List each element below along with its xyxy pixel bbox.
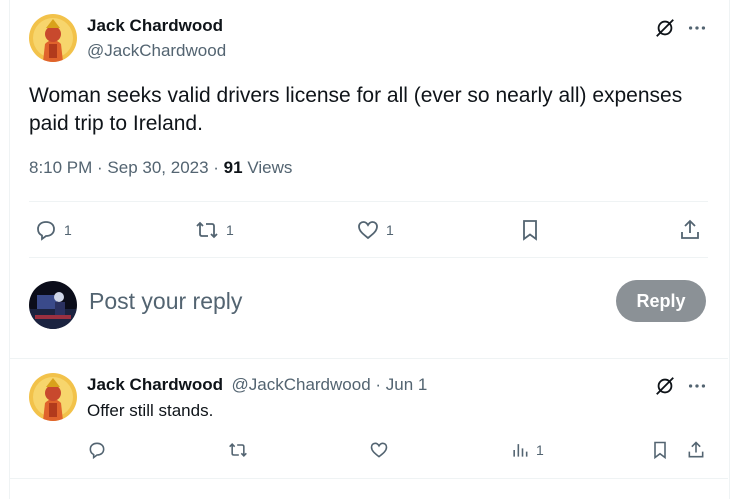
retweet-icon[interactable] [227, 440, 249, 460]
divider [29, 257, 708, 258]
analytics-action[interactable]: 1 [510, 440, 544, 460]
like-action[interactable]: 1 [356, 218, 394, 242]
divider [10, 358, 728, 359]
like-icon [356, 218, 380, 242]
reply-meta[interactable]: @JackChardwood · Jun 1 [232, 375, 428, 394]
reply-header: Jack Chardwood @JackChardwood · Jun 1 [87, 375, 427, 395]
timeline-column [9, 0, 730, 499]
author-handle[interactable]: @JackChardwood [87, 41, 226, 61]
views-label: Views [242, 158, 293, 177]
more-icon[interactable] [686, 17, 708, 39]
reply-icon[interactable] [87, 440, 107, 460]
tweet-timestamp: 8:10 PM · Sep 30, 2023 · 91 Views [29, 158, 292, 178]
reply-author-name[interactable]: Jack Chardwood [87, 375, 223, 394]
bookmark-icon[interactable] [518, 218, 542, 242]
views-count: 91 [223, 158, 243, 177]
retweet-count: 1 [226, 222, 234, 238]
reply-text: Offer still stands. [87, 401, 214, 420]
like-icon[interactable] [369, 440, 389, 460]
reply-avatar[interactable] [29, 373, 77, 421]
divider [10, 478, 728, 479]
more-icon[interactable] [686, 375, 708, 397]
grok-icon[interactable] [654, 17, 676, 39]
reply-action[interactable]: 1 [34, 218, 72, 242]
tweet-time[interactable]: 8:10 PM · Sep 30, 2023 · [29, 158, 224, 177]
share-icon[interactable] [678, 218, 702, 242]
avatar[interactable] [29, 14, 77, 62]
reply-count: 1 [64, 222, 72, 238]
reply-input[interactable]: Post your reply [89, 288, 589, 315]
divider [29, 201, 708, 202]
tweet-text: Woman seeks valid drivers license for al… [29, 84, 683, 135]
author-name[interactable]: Jack Chardwood [87, 16, 223, 36]
current-user-avatar[interactable] [29, 281, 77, 329]
reply-views-count: 1 [536, 442, 544, 458]
reply-icon [34, 218, 58, 242]
bookmark-icon[interactable] [650, 440, 670, 460]
reply-button[interactable]: Reply [616, 280, 706, 322]
retweet-icon [194, 218, 220, 242]
grok-icon[interactable] [654, 375, 676, 397]
like-count: 1 [386, 222, 394, 238]
share-icon[interactable] [686, 440, 706, 460]
analytics-icon [510, 440, 530, 460]
retweet-action[interactable]: 1 [194, 218, 234, 242]
